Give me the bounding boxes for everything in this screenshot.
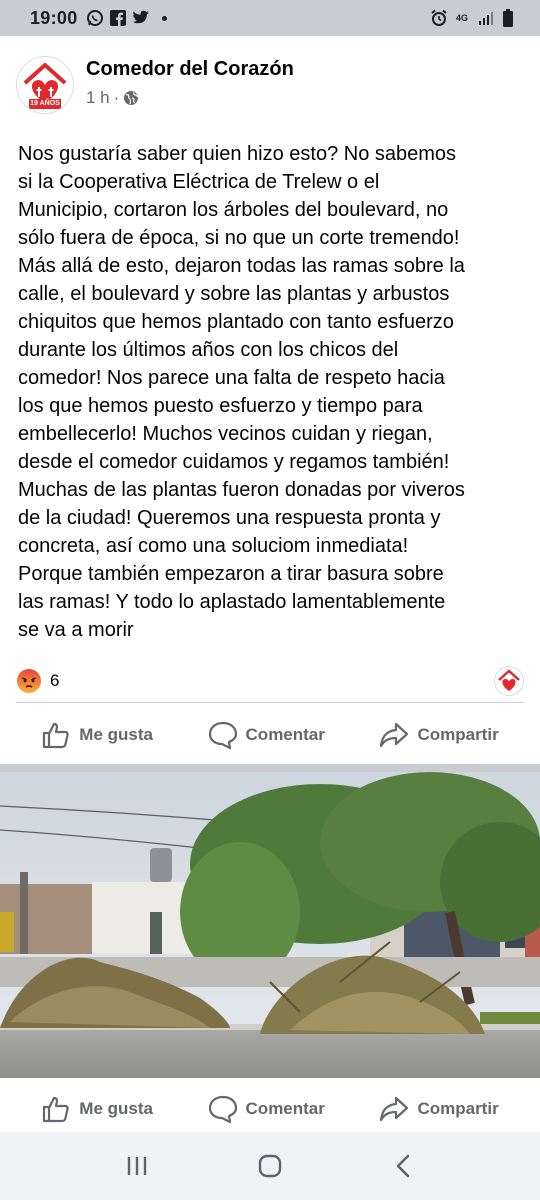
post-header: 19 AÑOS Comedor del Corazón 1 h · <box>0 36 540 136</box>
recents-icon <box>125 1154 149 1178</box>
commenter-avatar[interactable] <box>494 666 524 696</box>
photo-comment-button[interactable]: Comentar <box>208 1094 325 1124</box>
system-nav-bar <box>0 1132 540 1200</box>
notification-icons <box>86 9 167 27</box>
photo-like-button[interactable]: Me gusta <box>41 1094 153 1124</box>
reactions-summary[interactable]: 6 <box>16 664 524 698</box>
signal-icon <box>478 11 494 25</box>
share-button[interactable]: Compartir <box>379 720 499 750</box>
like-button[interactable]: Me gusta <box>41 720 153 750</box>
photo-image <box>0 772 540 1078</box>
alarm-icon <box>430 9 448 27</box>
comment-button[interactable]: Comentar <box>208 720 325 750</box>
facebook-icon <box>109 10 126 26</box>
post-meta: 1 h · <box>86 88 139 108</box>
back-icon <box>393 1154 413 1178</box>
post-photo[interactable] <box>0 772 540 1078</box>
page-name[interactable]: Comedor del Corazón <box>86 58 294 81</box>
share-icon <box>379 720 409 750</box>
share-icon <box>379 1094 409 1124</box>
photo-like-label: Me gusta <box>79 1099 153 1118</box>
twitter-icon <box>132 10 150 26</box>
photo-share-label: Compartir <box>417 1099 499 1118</box>
network-label: 4G <box>456 12 469 23</box>
comment-icon <box>208 1094 238 1124</box>
back-button[interactable] <box>373 1141 433 1191</box>
like-label: Me gusta <box>79 725 153 744</box>
reaction-count: 6 <box>50 671 60 690</box>
like-icon <box>41 720 71 750</box>
comment-icon <box>208 720 238 750</box>
whatsapp-icon <box>86 9 104 27</box>
home-button[interactable] <box>240 1141 300 1191</box>
post-action-bar: Me gusta Comentar Compartir <box>0 704 540 766</box>
meta-dot: · <box>113 88 120 107</box>
page-avatar[interactable]: 19 AÑOS <box>16 56 74 114</box>
photo-comment-label: Comentar <box>245 1099 325 1118</box>
system-icons: 4G <box>430 9 514 27</box>
status-bar: 19:00 4G <box>0 0 540 36</box>
avatar-badge-text: 19 AÑOS <box>30 100 60 107</box>
post-time[interactable]: 1 h <box>86 88 110 108</box>
battery-icon <box>502 9 514 27</box>
globe-icon <box>123 90 139 106</box>
share-label: Compartir <box>417 725 499 744</box>
like-icon <box>41 1094 71 1124</box>
notification-dot <box>161 15 167 21</box>
post-text: Nos gustaría saber quien hizo esto? No s… <box>18 143 465 641</box>
photo-action-bar: Me gusta Comentar Compartir <box>0 1078 540 1140</box>
photo-share-button[interactable]: Compartir <box>379 1094 499 1124</box>
divider <box>16 702 524 703</box>
angry-reaction-icon <box>16 668 42 694</box>
home-icon <box>257 1153 283 1179</box>
recents-button[interactable] <box>107 1141 167 1191</box>
comment-label: Comentar <box>245 725 325 744</box>
status-time: 19:00 <box>30 7 78 28</box>
